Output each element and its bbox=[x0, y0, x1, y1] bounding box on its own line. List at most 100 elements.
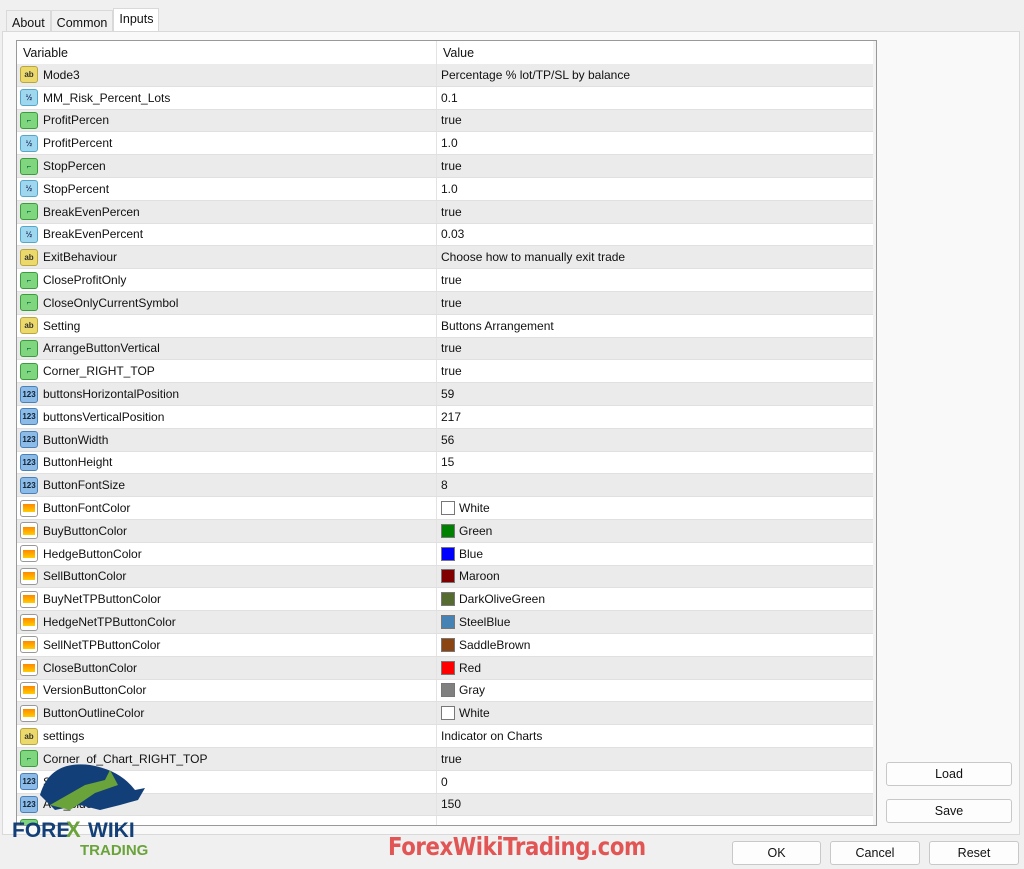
table-row[interactable]: ½ StopPercent 1.0 bbox=[17, 177, 876, 201]
value-cell[interactable]: Gray bbox=[437, 680, 857, 702]
table-row[interactable]: ⌐ ProfitPercen true bbox=[17, 109, 876, 133]
table-row[interactable]: HedgeButtonColor Blue bbox=[17, 542, 876, 566]
table-row[interactable]: ½ BreakEvenPercent 0.03 bbox=[17, 223, 876, 247]
value-cell[interactable]: 0 bbox=[437, 771, 857, 793]
table-row[interactable]: HedgeNetTPButtonColor SteelBlue bbox=[17, 611, 876, 634]
color-type-icon bbox=[20, 659, 38, 677]
table-row[interactable]: BuyButtonColor Green bbox=[17, 519, 876, 543]
variable-cell: ½ MM_Risk_Percent_Lots bbox=[17, 86, 437, 109]
value-cell[interactable]: 1.0 bbox=[437, 178, 857, 200]
value-cell[interactable]: true bbox=[437, 292, 857, 314]
variable-cell: ⌐ ProfitPercen bbox=[17, 109, 437, 132]
table-row[interactable]: ⌐ ArrangeButtonVertical true bbox=[17, 337, 876, 361]
table-row[interactable]: ⌐ CloseProfitOnly true bbox=[17, 269, 876, 292]
value-text: true bbox=[441, 751, 462, 766]
table-row[interactable]: CloseButtonColor Red bbox=[17, 656, 876, 680]
variable-cell: 123 buttonsHorizontalPosition bbox=[17, 383, 437, 405]
table-row[interactable]: BuyNetTPButtonColor DarkOliveGreen bbox=[17, 588, 876, 612]
table-row[interactable]: ab ExitBehaviour Choose how to manually ex… bbox=[17, 246, 876, 270]
string-type-icon: ab bbox=[20, 248, 38, 266]
table-row[interactable]: 123 ButtonFontSize 8 bbox=[17, 474, 876, 498]
table-row[interactable]: 123 ButtonHeight 15 bbox=[17, 451, 876, 475]
table-row[interactable]: VersionButtonColor Gray bbox=[17, 679, 876, 703]
variable-name: BuyButtonColor bbox=[43, 523, 128, 538]
value-cell[interactable]: Choose how to manually exit trade bbox=[437, 246, 857, 268]
value-cell[interactable]: SaddleBrown bbox=[437, 634, 857, 656]
value-cell[interactable]: 1.0 bbox=[437, 132, 857, 154]
value-cell[interactable]: true bbox=[437, 338, 857, 360]
cancel-button[interactable]: Cancel bbox=[830, 841, 920, 865]
table-row[interactable]: ButtonFontColor White bbox=[17, 497, 876, 520]
value-cell[interactable]: Indicator on Charts bbox=[437, 725, 857, 747]
bool-type-icon: ⌐ bbox=[20, 203, 38, 221]
value-cell[interactable]: Maroon bbox=[437, 566, 857, 588]
table-row[interactable]: 123 buttonsVerticalPosition 217 bbox=[17, 405, 876, 429]
variable-name: ButtonOutlineColor bbox=[43, 706, 145, 721]
table-row[interactable]: ⌐ StopPercen true bbox=[17, 155, 876, 178]
value-cell[interactable]: DarkOliveGreen bbox=[437, 588, 857, 610]
variable-column-header[interactable]: Variable bbox=[17, 41, 437, 64]
table-row[interactable]: 123 buttonsHorizontalPosition 59 bbox=[17, 383, 876, 406]
value-cell[interactable]: 0.03 bbox=[437, 224, 857, 246]
value-text: White bbox=[459, 706, 490, 721]
table-row[interactable]: ab Setting Buttons Arrangement bbox=[17, 314, 876, 338]
table-row[interactable]: ButtonOutlineColor White bbox=[17, 702, 876, 726]
table-row[interactable]: SellNetTPButtonColor SaddleBrown bbox=[17, 633, 876, 657]
value-cell[interactable]: 59 bbox=[437, 383, 857, 405]
value-text: true bbox=[441, 341, 462, 356]
value-cell[interactable]: true bbox=[437, 155, 857, 177]
color-swatch bbox=[441, 615, 455, 630]
value-text: true bbox=[441, 273, 462, 288]
value-cell[interactable]: Buttons Arrangement bbox=[437, 315, 857, 337]
reset-button[interactable]: Reset bbox=[929, 841, 1019, 865]
value-cell[interactable]: true bbox=[437, 110, 857, 132]
table-row[interactable]: ab Mode3 Percentage % lot/TP/SL by balance bbox=[17, 64, 876, 87]
value-text: SteelBlue bbox=[459, 615, 511, 630]
table-row[interactable]: ⌐ Corner_RIGHT_TOP true bbox=[17, 360, 876, 384]
value-cell[interactable]: true bbox=[437, 269, 857, 291]
variable-cell: 123 ButtonFontSize bbox=[17, 474, 437, 497]
color-swatch bbox=[441, 637, 455, 652]
value-column-header[interactable]: Value bbox=[437, 41, 857, 64]
save-button[interactable]: Save bbox=[886, 799, 1012, 823]
value-text: 1.0 bbox=[441, 181, 458, 196]
value-cell[interactable]: SteelBlue bbox=[437, 611, 857, 633]
value-text: true bbox=[441, 295, 462, 310]
value-cell[interactable]: 217 bbox=[437, 406, 857, 428]
tab-inputs[interactable]: Inputs bbox=[113, 8, 160, 33]
table-row[interactable]: ⌐ CloseOnlyCurrentSymbol true bbox=[17, 291, 876, 315]
value-cell[interactable]: 56 bbox=[437, 429, 857, 451]
value-cell[interactable]: Percentage % lot/TP/SL by balance bbox=[437, 64, 857, 86]
table-row[interactable]: 123 ButtonWidth 56 bbox=[17, 428, 876, 452]
value-cell[interactable]: true bbox=[437, 748, 857, 770]
value-cell[interactable]: 15 bbox=[437, 452, 857, 474]
value-cell[interactable]: Green bbox=[437, 520, 857, 542]
color-type-icon bbox=[20, 545, 38, 563]
value-cell[interactable] bbox=[437, 816, 857, 825]
tab-about[interactable]: About bbox=[6, 10, 51, 33]
value-cell[interactable]: true bbox=[437, 360, 857, 382]
variable-cell: HedgeNetTPButtonColor bbox=[17, 611, 437, 633]
svg-text:FORE: FORE bbox=[12, 819, 70, 842]
value-cell[interactable]: Blue bbox=[437, 543, 857, 565]
load-button[interactable]: Load bbox=[886, 762, 1012, 786]
bool-type-icon: ⌐ bbox=[20, 339, 38, 357]
value-cell[interactable]: Red bbox=[437, 657, 857, 679]
vertical-scrollbar[interactable] bbox=[873, 41, 876, 825]
value-cell[interactable]: White bbox=[437, 702, 857, 724]
value-cell[interactable]: 0.1 bbox=[437, 87, 857, 109]
value-cell[interactable]: 8 bbox=[437, 474, 857, 496]
table-row[interactable]: ½ MM_Risk_Percent_Lots 0.1 bbox=[17, 86, 876, 110]
table-row[interactable]: ⌐ BreakEvenPercen true bbox=[17, 200, 876, 224]
color-type-icon bbox=[20, 613, 38, 631]
value-cell[interactable]: 150 bbox=[437, 794, 857, 816]
ok-button[interactable]: OK bbox=[732, 841, 821, 865]
table-row[interactable]: SellButtonColor Maroon bbox=[17, 565, 876, 589]
table-row[interactable]: ½ ProfitPercent 1.0 bbox=[17, 132, 876, 156]
value-cell[interactable]: White bbox=[437, 497, 857, 519]
svg-text:WIKI: WIKI bbox=[88, 819, 135, 842]
tab-common[interactable]: Common bbox=[50, 10, 114, 33]
variable-name: BreakEvenPercent bbox=[43, 227, 144, 242]
table-row[interactable]: ab settings Indicator on Charts bbox=[17, 725, 876, 748]
value-cell[interactable]: true bbox=[437, 201, 857, 223]
